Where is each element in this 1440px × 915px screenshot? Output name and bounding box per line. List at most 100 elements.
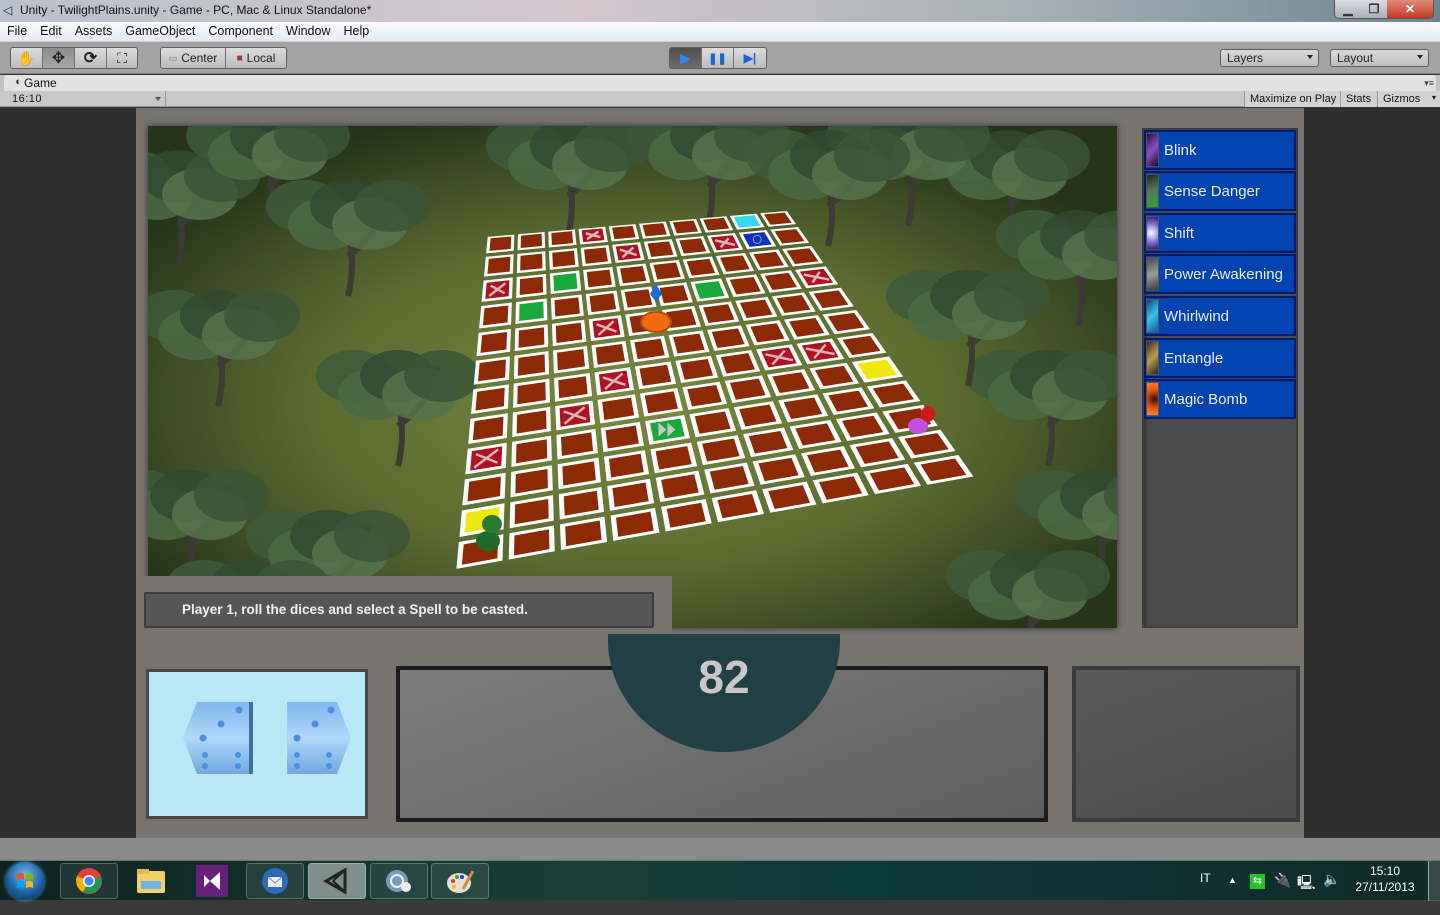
menu-component[interactable]: Component (201, 22, 279, 38)
clock[interactable]: 15:10 27/11/2013 (1352, 864, 1418, 904)
taskbar-monodevelop[interactable] (370, 863, 428, 899)
taskbar-chrome[interactable] (60, 863, 118, 899)
board-tile[interactable] (519, 276, 544, 296)
scale-tool-button[interactable]: ⛶ (107, 48, 137, 68)
board-tile[interactable] (584, 247, 608, 264)
taskbar-visual-studio[interactable] (183, 863, 241, 899)
pivot-center-button[interactable]: ▭ Center (161, 48, 226, 68)
board-tile[interactable] (672, 220, 699, 234)
tab-game-label: Game (24, 76, 57, 90)
spell-button-sense-danger[interactable]: Sense Danger (1144, 171, 1296, 211)
board-tile[interactable] (554, 297, 580, 317)
minimize-button[interactable]: ▁ (1335, 0, 1361, 18)
pause-button[interactable]: ❚❚ (702, 48, 734, 68)
board-tile[interactable] (551, 231, 574, 246)
game-scene[interactable] (148, 126, 1117, 628)
message-panel: Player 1, roll the dices and select a Sp… (136, 576, 672, 634)
board-tile[interactable] (520, 233, 542, 248)
spell-button-magic-bomb[interactable]: Magic Bomb (1144, 379, 1296, 419)
menu-gameobject[interactable]: GameObject (118, 22, 201, 38)
board-tile[interactable] (489, 236, 512, 251)
board-tile[interactable] (586, 269, 612, 288)
volume-icon[interactable]: 🔈 (1323, 871, 1340, 911)
menu-bar: File Edit Assets GameObject Component Window H… (0, 22, 1440, 42)
board-tile[interactable] (659, 285, 689, 304)
power-plug-icon[interactable]: 🔌 (1274, 872, 1291, 912)
dice-panel[interactable] (146, 669, 368, 819)
menu-window[interactable]: Window (279, 22, 336, 38)
menu-assets[interactable]: Assets (68, 22, 119, 38)
menu-file[interactable]: File (0, 22, 33, 38)
hand-icon: ✋ (17, 49, 36, 66)
tab-menu-icon[interactable]: ▾≡ (1424, 78, 1434, 89)
sync-icon[interactable]: ⇆ (1250, 873, 1265, 913)
spell-button-shift[interactable]: Shift (1144, 213, 1296, 253)
hand-tool-button[interactable]: ✋ (11, 48, 43, 68)
network-icon[interactable]: 🖳 (1297, 872, 1316, 912)
menu-help[interactable]: Help (336, 22, 375, 38)
board-tile[interactable] (624, 289, 653, 308)
game-board[interactable] (148, 126, 1117, 628)
board-tile[interactable] (612, 225, 636, 240)
show-desktop-button[interactable] (1428, 861, 1440, 901)
layers-dropdown[interactable]: Layers (1220, 49, 1319, 67)
maximize-on-play-toggle[interactable]: Maximize on Play (1244, 91, 1342, 107)
board-tile-arrow-down[interactable] (519, 301, 544, 321)
chevron-down-icon (1417, 55, 1423, 59)
die-1[interactable] (183, 702, 253, 774)
gizmos-dropdown[interactable]: Gizmos ▾ (1377, 91, 1440, 107)
menu-edit[interactable]: Edit (33, 22, 68, 38)
pacman-icon: ◖ (14, 76, 21, 88)
status-bar (0, 838, 1440, 860)
show-hidden-icons[interactable]: ▲ (1228, 875, 1237, 915)
stats-toggle[interactable]: Stats (1340, 91, 1377, 107)
spell-label: Sense Danger (1164, 183, 1260, 200)
green-player-piece[interactable] (476, 531, 500, 551)
board-tile[interactable] (552, 250, 576, 268)
taskbar-paint[interactable] (431, 863, 489, 899)
chevron-down-icon: ▾ (1431, 93, 1436, 102)
board-tile[interactable] (642, 223, 667, 237)
taskbar-unity[interactable] (308, 863, 366, 899)
orange-goal-marker[interactable] (640, 311, 672, 333)
play-button[interactable]: ▶ (670, 48, 702, 68)
green-player-piece-top[interactable] (482, 515, 502, 533)
chrome-icon (76, 868, 102, 894)
rotate-tool-button[interactable]: ⟳ (75, 48, 107, 68)
board-tile[interactable] (487, 256, 511, 274)
pivot-local-button[interactable]: ■ Local (226, 48, 286, 68)
start-button[interactable] (6, 862, 44, 900)
taskbar-file-explorer[interactable] (122, 863, 180, 899)
sense-danger-spell-icon (1146, 174, 1159, 208)
board-tile[interactable] (520, 253, 543, 271)
move-tool-button[interactable]: ✥ (43, 48, 75, 68)
board-tile[interactable] (517, 354, 546, 376)
board-tile[interactable] (480, 332, 508, 353)
spell-button-whirlwind[interactable]: Whirlwind (1144, 296, 1296, 336)
step-button[interactable]: ▶| (734, 48, 766, 68)
local-label: Local (246, 51, 276, 65)
restore-button[interactable]: ❐ (1361, 0, 1387, 18)
board-tile[interactable] (647, 241, 674, 257)
board-tile[interactable] (518, 327, 545, 348)
taskbar-thunderbird[interactable] (246, 863, 304, 899)
board-tile[interactable] (653, 262, 681, 280)
spell-button-blink[interactable]: Blink (1144, 130, 1296, 170)
spell-label: Entangle (1164, 350, 1224, 367)
playback-controls: ▶ ❚❚ ▶| (669, 47, 767, 69)
board-tile[interactable] (555, 322, 583, 343)
red-player-piece[interactable] (921, 406, 935, 422)
board-tile[interactable] (589, 293, 617, 313)
spell-button-power-awakening[interactable]: Power Awakening (1144, 254, 1296, 294)
language-indicator[interactable]: IT (1200, 871, 1211, 911)
game-view-toolbar: 16:10 Maximize on Play Stats Gizmos ▾ (0, 91, 1440, 107)
aspect-ratio-dropdown[interactable]: 16:10 (4, 91, 166, 107)
tab-game[interactable]: ◖ Game (4, 75, 1436, 91)
die-2[interactable] (285, 702, 355, 774)
board-tile[interactable] (482, 305, 509, 326)
spell-button-entangle[interactable]: Entangle (1144, 338, 1296, 378)
layout-dropdown[interactable]: Layout (1330, 49, 1429, 67)
board-tile[interactable] (620, 266, 647, 284)
close-button[interactable]: ✕ (1387, 0, 1433, 18)
board-tile-arrow-down[interactable] (553, 273, 578, 292)
